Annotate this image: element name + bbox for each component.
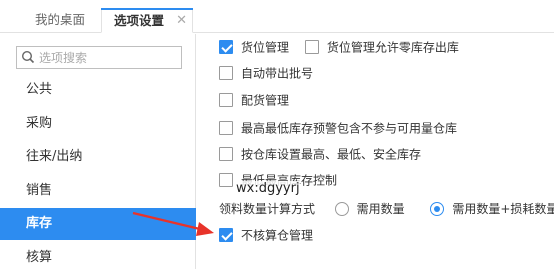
option-row-allocation: 配货管理 xyxy=(219,92,289,110)
max-min-warning-label: 最高最低库存预警包含不参与可用量仓库 xyxy=(241,121,458,136)
watermark-text: wx:dgyyrj xyxy=(236,181,300,196)
qty-option-a-label: 需用数量 xyxy=(356,202,405,216)
search-box[interactable] xyxy=(16,46,182,69)
warehouse-limits-checkbox[interactable] xyxy=(219,146,233,161)
option-row-warning: 最高最低库存预警包含不参与可用量仓库 xyxy=(219,120,457,138)
close-icon[interactable]: ✕ xyxy=(176,9,187,33)
search-icon xyxy=(21,50,35,64)
sidebar-item-costing[interactable]: 核算 xyxy=(0,242,196,269)
option-row-auto-batch: 自动带出批号 xyxy=(219,65,313,83)
tab-bar: 我的桌面 选项设置 ✕ xyxy=(0,0,554,33)
qty-option-a-radio[interactable] xyxy=(334,201,349,216)
search-input[interactable] xyxy=(39,49,179,66)
location-mgmt-label: 货位管理 xyxy=(241,40,290,55)
auto-batch-label: 自动带出批号 xyxy=(241,66,314,81)
sidebar-item-sales[interactable]: 销售 xyxy=(0,175,196,207)
tab-option-settings[interactable]: 选项设置 ✕ xyxy=(101,8,193,33)
no-accounting-label: 不核算仓管理 xyxy=(241,228,314,243)
sidebar-item-inventory[interactable]: 库存 xyxy=(0,208,196,240)
no-accounting-checkbox[interactable] xyxy=(219,227,233,242)
allocation-mgmt-label: 配货管理 xyxy=(241,93,290,108)
qty-calc-label: 领料数量计算方式 xyxy=(219,202,316,216)
sidebar-item-accounts[interactable]: 往来/出纳 xyxy=(0,141,196,173)
sidebar-item-purchase[interactable]: 采购 xyxy=(0,108,196,140)
location-mgmt-checkbox[interactable] xyxy=(219,39,233,54)
tab-option-settings-label: 选项设置 xyxy=(114,13,165,28)
tab-my-desktop[interactable]: 我的桌面 xyxy=(35,8,85,33)
auto-batch-checkbox[interactable] xyxy=(219,65,233,80)
location-zero-stock-label: 货位管理允许零库存出库 xyxy=(326,40,459,55)
qty-calc-row: 领料数量计算方式 需用数量 需用数量+损耗数量 xyxy=(219,200,554,218)
location-zero-stock-checkbox[interactable] xyxy=(304,39,319,54)
option-row-no-accounting: 不核算仓管理 xyxy=(219,227,313,245)
allocation-mgmt-checkbox[interactable] xyxy=(219,92,233,107)
sidebar-item-public[interactable]: 公共 xyxy=(0,74,196,106)
options-panel: 货位管理 货位管理允许零库存出库 自动带出批号 配货管理 最高最低库存预警包含不… xyxy=(197,34,554,269)
sidebar: 公共 采购 往来/出纳 销售 库存 核算 xyxy=(0,34,196,269)
min-max-control-checkbox[interactable] xyxy=(219,172,233,187)
qty-option-b-radio[interactable] xyxy=(430,201,445,216)
option-row-location: 货位管理 货位管理允许零库存出库 xyxy=(219,39,459,57)
warehouse-limits-label: 按仓库设置最高、最低、安全库存 xyxy=(241,147,422,162)
option-row-warehouse-limits: 按仓库设置最高、最低、安全库存 xyxy=(219,146,421,164)
qty-option-b-label: 需用数量+损耗数量 xyxy=(452,202,554,216)
max-min-warning-checkbox[interactable] xyxy=(219,120,233,135)
